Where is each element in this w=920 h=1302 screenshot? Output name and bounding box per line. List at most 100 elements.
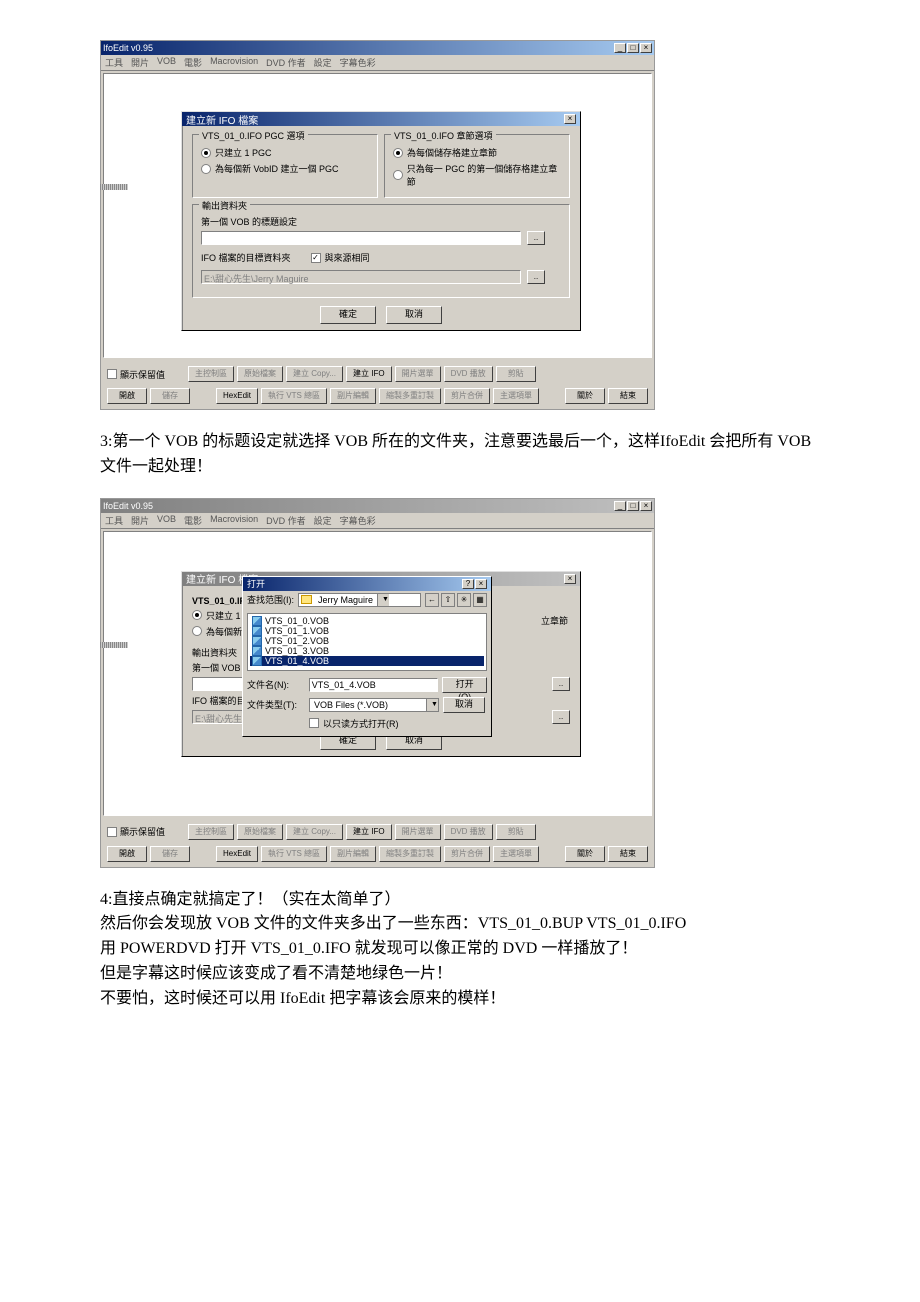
toolbar-button[interactable]: 縮製多重訂製 [379,388,441,404]
menu-item[interactable]: 工具 [105,514,123,527]
filetype-combo[interactable]: VOB Files (*.VOB) ▼ [309,698,439,712]
ifo-dir-input: E:\甜心先生\Jerry Maguire [201,270,521,284]
maximize-icon[interactable]: □ [627,43,639,53]
about-button[interactable]: 關於 [565,388,605,404]
readonly-checkbox[interactable] [309,718,319,728]
close-icon[interactable]: × [640,43,652,53]
radio-chap-1[interactable]: 為每個儲存格建立章節 [393,146,561,159]
menu-item[interactable]: VOB [157,514,176,527]
toolbar-button[interactable]: 執行 VTS 總區 [261,846,327,862]
readonly-label: 以只读方式打开(R) [323,717,399,730]
maximize-icon[interactable]: □ [627,501,639,511]
open-button[interactable]: 開啟 [107,388,147,404]
toolbar-button[interactable]: 副片編輯 [330,846,376,862]
reserved-checkbox[interactable] [107,827,117,837]
exit-button[interactable]: 結束 [608,388,648,404]
toolbar-button[interactable]: DVD 播放 [444,366,493,382]
file-item[interactable]: VTS_01_0.VOB [250,616,484,626]
browse-button[interactable]: .. [527,270,545,284]
toolbar-button[interactable]: 剪片合併 [444,388,490,404]
minimize-icon[interactable]: _ [614,43,626,53]
menu-item[interactable]: 設定 [314,56,332,69]
close-icon[interactable]: × [475,579,487,589]
minimize-icon[interactable]: _ [614,501,626,511]
create-ifo-button[interactable]: 建立 IFO [346,824,392,840]
radio-pgc-1[interactable]: 只建立 1 PGC [201,146,369,159]
menu-item[interactable]: 工具 [105,56,123,69]
toolbar-button[interactable]: 縮製多重訂製 [379,846,441,862]
ok-button[interactable]: 確定 [320,306,376,324]
open-button[interactable]: 打开(O) [442,677,487,693]
cancel-button[interactable]: 取消 [386,306,442,324]
menu-item[interactable]: Macrovision [210,514,258,527]
toolbar-button[interactable]: 主選項單 [493,388,539,404]
radio-label: 只為每一 PGC 的第一個儲存格建立章節 [407,162,561,188]
browse-button: .. [552,677,570,691]
menu-item[interactable]: 電影 [184,514,202,527]
menu-item[interactable]: 字幕色彩 [340,56,376,69]
toolbar-button[interactable]: 剪貼 [496,824,536,840]
file-item[interactable]: VTS_01_1.VOB [250,626,484,636]
toolbar-button[interactable]: 副片編輯 [330,388,376,404]
output-group: 輸出資料夾 第一個 VOB 的標題設定 .. IFO 檔案的目標資料夾 ✓ 與來… [192,204,570,298]
file-item[interactable]: VTS_01_2.VOB [250,636,484,646]
radio-chap-2[interactable]: 只為每一 PGC 的第一個儲存格建立章節 [393,162,561,188]
toolbar-button[interactable]: HexEdit [216,846,258,862]
back-icon[interactable]: ← [425,593,439,607]
filename-label: 文件名(N): [247,678,305,691]
file-item-selected[interactable]: VTS_01_4.VOB [250,656,484,666]
close-icon[interactable]: × [640,501,652,511]
file-name: VTS_01_1.VOB [265,626,329,636]
toolbar-button[interactable]: 執行 VTS 總區 [261,388,327,404]
menu-item[interactable]: Macrovision [210,56,258,69]
browse-button[interactable]: .. [527,231,545,245]
new-folder-icon[interactable]: ✳ [457,593,471,607]
dialog-close-icon[interactable]: × [564,114,576,124]
file-list[interactable]: VTS_01_0.VOB VTS_01_1.VOB VTS_01_2.VOB V… [247,613,487,671]
look-in-combo[interactable]: Jerry Maguire ▼ [298,593,421,607]
open-cancel-button[interactable]: 取消 [443,697,485,713]
filetype-label: 文件类型(T): [247,698,305,711]
toolbar-button[interactable]: 原始檔案 [237,366,283,382]
view-icon[interactable]: ▦ [473,593,487,607]
toolbar-button[interactable]: 建立 Copy... [286,824,343,840]
toolbar-button[interactable]: 剪貼 [496,366,536,382]
up-icon[interactable]: ⇧ [441,593,455,607]
create-ifo-button[interactable]: 建立 IFO [346,366,392,382]
menu-item[interactable]: VOB [157,56,176,69]
toolbar-button[interactable]: 主控制區 [188,366,234,382]
toolbar-button[interactable]: 開片選單 [395,366,441,382]
toolbar-button[interactable]: 主控制區 [188,824,234,840]
first-vob-input[interactable] [201,231,521,245]
toolbar-button[interactable]: 開片選單 [395,824,441,840]
toolbar-button[interactable]: 儲存 [150,846,190,862]
menu-item[interactable]: 開片 [131,56,149,69]
dialog-close-icon[interactable]: × [564,574,576,584]
help-icon[interactable]: ? [462,579,474,589]
menu-item[interactable]: 開片 [131,514,149,527]
same-source-checkbox[interactable]: ✓ 與來源相同 [311,251,370,264]
menu-item[interactable]: DVD 作者 [266,514,306,527]
menu-item[interactable]: 字幕色彩 [340,514,376,527]
toolbar-button[interactable]: 剪片合併 [444,846,490,862]
reserved-label: 顯示保留值 [120,368,165,381]
file-item[interactable]: VTS_01_3.VOB [250,646,484,656]
radio-pgc-2[interactable]: 為每個新 VobID 建立一個 PGC [201,162,369,175]
toolbar-button[interactable]: 主選項單 [493,846,539,862]
splitter-icon[interactable] [100,184,128,190]
file-icon [252,626,262,636]
reserved-checkbox[interactable] [107,369,117,379]
menu-item[interactable]: DVD 作者 [266,56,306,69]
menu-item[interactable]: 設定 [314,514,332,527]
open-button[interactable]: 開啟 [107,846,147,862]
toolbar-button[interactable]: 建立 Copy... [286,366,343,382]
toolbar-button[interactable]: DVD 播放 [444,824,493,840]
menu-item[interactable]: 電影 [184,56,202,69]
toolbar-button[interactable]: HexEdit [216,388,258,404]
about-button[interactable]: 關於 [565,846,605,862]
toolbar-button[interactable]: 原始檔案 [237,824,283,840]
toolbar-button[interactable]: 儲存 [150,388,190,404]
exit-button[interactable]: 結束 [608,846,648,862]
filename-input[interactable]: VTS_01_4.VOB [309,678,438,692]
splitter-icon[interactable] [100,642,128,648]
